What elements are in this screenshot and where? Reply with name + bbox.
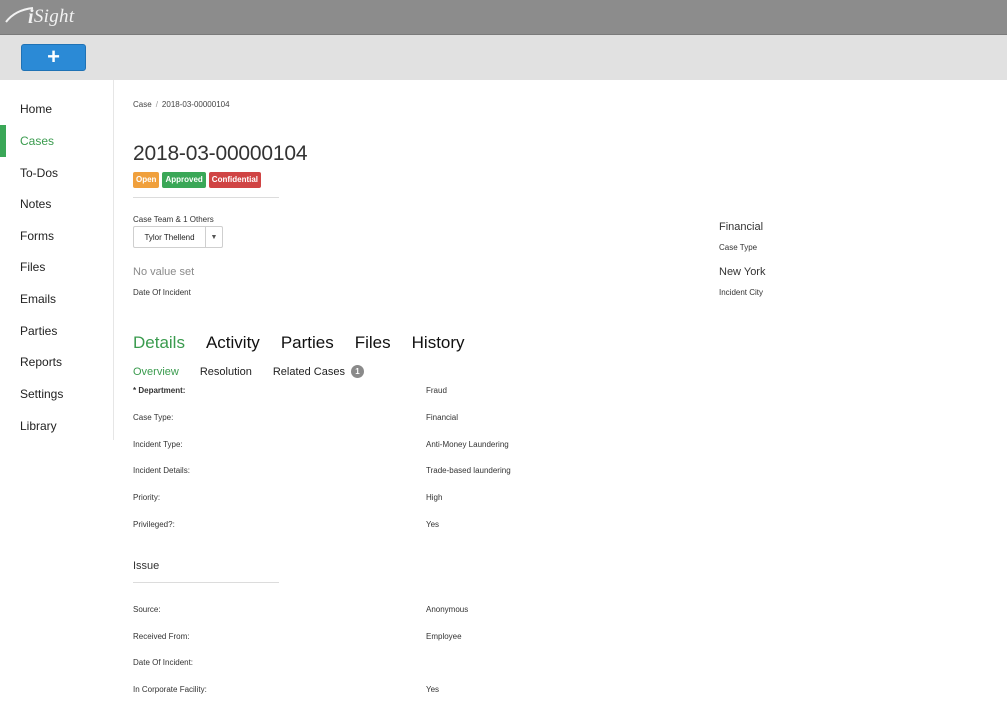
related-count-badge: 1 (350, 365, 364, 378)
add-button[interactable]: + (21, 44, 86, 71)
detail-value-incident-type: Anti-Money Laundering (426, 440, 509, 449)
issue-value-corporate-facility: Yes (426, 685, 440, 694)
issue-label-date-of-incident: Date Of Incident: (133, 658, 194, 667)
subtab-related-cases[interactable]: Related Cases 1 (273, 365, 364, 378)
sidebar-item-reports[interactable]: Reports (0, 350, 112, 374)
status-badge-open: Open (133, 172, 160, 188)
sidebar-item-parties[interactable]: Parties (0, 319, 112, 343)
issue-label-received-from: Received From: (133, 632, 190, 641)
detail-label-incident-type: Incident Type: (133, 440, 183, 449)
tab-details[interactable]: Details (133, 333, 185, 353)
page-title: 2018-03-00000104 (133, 142, 308, 165)
sidebar-item-forms[interactable]: Forms (0, 224, 112, 248)
incident-city-label: Incident City (719, 288, 764, 297)
issue-label-corporate-facility: In Corporate Facility: (133, 685, 207, 694)
logo-swoosh-icon (5, 7, 34, 23)
issue-value-source: Anonymous (426, 605, 469, 614)
caret-down-icon[interactable]: ▼ (205, 227, 222, 247)
status-badges: Open Approved Confidential (133, 172, 262, 188)
sidebar-item-emails[interactable]: Emails (0, 287, 112, 311)
logo-text: Sight (33, 6, 75, 27)
issue-value-received-from: Employee (426, 632, 462, 641)
detail-label-priority: Priority: (133, 493, 161, 502)
plus-icon: + (47, 43, 60, 69)
app-logo[interactable]: i Sight (5, 5, 75, 29)
tab-history[interactable]: History (412, 333, 465, 353)
breadcrumb: Case/2018-03-00000104 (133, 100, 230, 109)
breadcrumb-separator: / (155, 100, 158, 109)
sidebar-item-library[interactable]: Library (0, 414, 112, 438)
sidebar-item-notes[interactable]: Notes (0, 192, 112, 216)
main-tabs: Details Activity Parties Files History (133, 333, 486, 353)
title-divider (133, 197, 279, 198)
date-of-incident-label: Date Of Incident (133, 288, 191, 297)
tab-parties[interactable]: Parties (281, 333, 334, 353)
tab-activity[interactable]: Activity (206, 333, 260, 353)
assignee-dropdown[interactable]: Tylor Thellend ▼ (133, 226, 223, 248)
issue-label-source: Source: (133, 605, 161, 614)
detail-label-case-type: Case Type: (133, 413, 174, 422)
subtab-related-label: Related Cases (272, 365, 345, 378)
detail-label-department: * Department: (133, 386, 186, 395)
status-badge-approved: Approved (162, 172, 206, 188)
issue-section-title: Issue (133, 560, 160, 572)
sidebar-item-todos[interactable]: To-Dos (0, 161, 112, 185)
detail-label-incident-details: Incident Details: (133, 466, 190, 475)
sidebar-item-cases[interactable]: Cases (0, 125, 112, 157)
detail-value-priority: High (426, 493, 443, 502)
detail-label-privileged: Privileged?: (133, 520, 175, 529)
sidebar-item-home[interactable]: Home (0, 97, 112, 121)
detail-value-department: Fraud (426, 386, 447, 395)
sidebar: Home Cases To-Dos Notes Forms Files Emai… (0, 80, 114, 440)
subtab-resolution[interactable]: Resolution (200, 366, 252, 378)
status-badge-confidential: Confidential (208, 172, 262, 188)
top-bar: i Sight (0, 0, 1007, 35)
detail-value-incident-details: Trade-based laundering (426, 466, 511, 475)
sub-tabs: Overview Resolution Related Cases 1 (133, 365, 385, 378)
incident-city-value: New York (719, 266, 766, 278)
subtab-overview[interactable]: Overview (133, 366, 179, 378)
case-type-value: Financial (719, 221, 764, 233)
action-bar: + (0, 35, 1007, 80)
detail-value-privileged: Yes (426, 520, 440, 529)
breadcrumb-parent[interactable]: Case (133, 100, 152, 109)
breadcrumb-current: 2018-03-00000104 (161, 100, 230, 109)
issue-divider (133, 582, 279, 583)
case-type-label: Case Type (719, 243, 758, 252)
date-of-incident-value: No value set (133, 266, 195, 278)
case-team-label: Case Team & 1 Others (133, 215, 214, 224)
sidebar-item-settings[interactable]: Settings (0, 382, 112, 406)
tab-files[interactable]: Files (355, 333, 391, 353)
assignee-name: Tylor Thellend (144, 232, 195, 242)
sidebar-item-files[interactable]: Files (0, 255, 112, 279)
detail-value-case-type: Financial (426, 413, 459, 422)
